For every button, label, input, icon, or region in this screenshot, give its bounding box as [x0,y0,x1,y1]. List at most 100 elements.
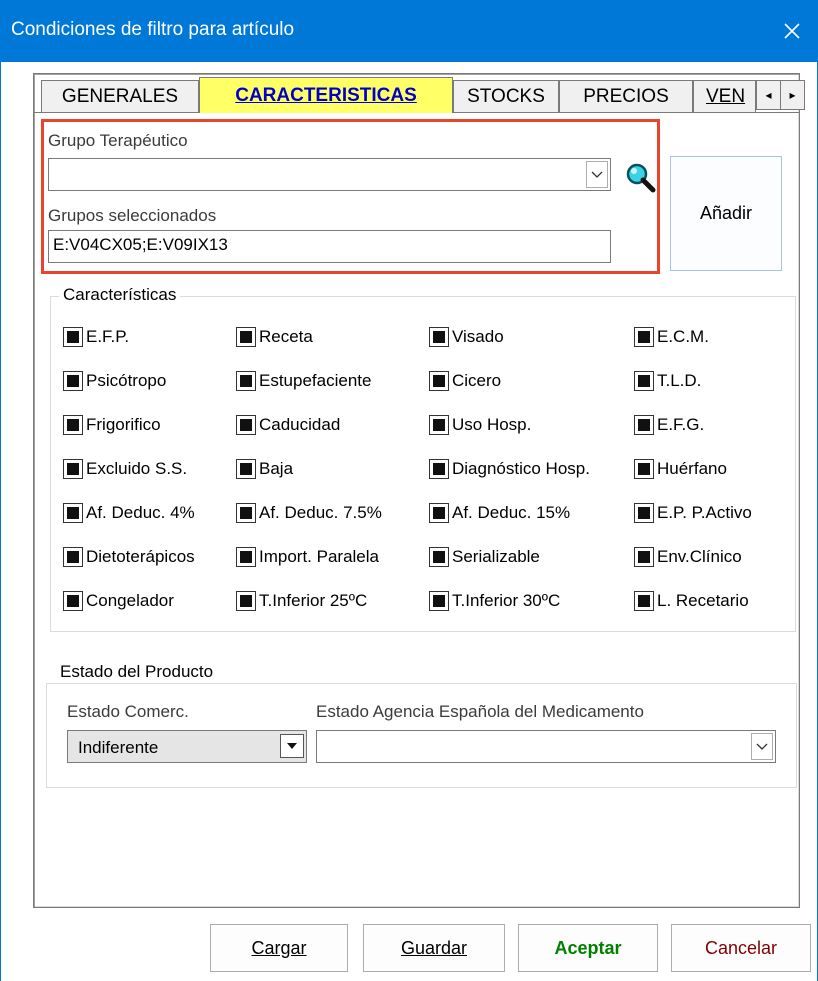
checkbox-item[interactable]: Diagnóstico Hosp. [429,459,590,479]
checkbox-item[interactable]: T.Inferior 25ºC [236,591,367,611]
checkbox-item[interactable]: E.C.M. [634,327,709,347]
checkbox-indeterminate-icon[interactable] [634,547,654,567]
add-button[interactable]: Añadir [670,156,782,271]
checkbox-indeterminate-icon[interactable] [429,547,449,567]
checkbox-fill [67,463,79,475]
checkbox-item[interactable]: Huérfano [634,459,727,479]
checkbox-item[interactable]: Psicótropo [63,371,166,391]
checkbox-label: Visado [452,327,504,346]
estado-comerc-dropdown[interactable] [280,734,304,758]
checkbox-indeterminate-icon[interactable] [634,327,654,347]
checkbox-fill [433,463,445,475]
checkbox-item[interactable]: E.F.P. [63,327,129,347]
arrow-right-icon: ▸ [789,88,796,102]
checkbox-indeterminate-icon[interactable] [429,503,449,523]
estado-aemps-combo[interactable] [316,730,776,763]
checkbox-indeterminate-icon[interactable] [63,459,83,479]
checkbox-indeterminate-icon[interactable] [236,415,256,435]
search-icon[interactable] [624,161,658,195]
checkbox-item[interactable]: Excluido S.S. [63,459,187,479]
checkbox-label: Diagnóstico Hosp. [452,459,590,478]
checkbox-fill [240,375,252,387]
tab-precios[interactable]: PRECIOS [559,80,693,112]
checkbox-indeterminate-icon[interactable] [236,459,256,479]
checkbox-indeterminate-icon[interactable] [63,415,83,435]
close-button[interactable] [766,0,818,62]
checkbox-item[interactable]: Serializable [429,547,540,567]
checkbox-fill [433,507,445,519]
checkbox-item[interactable]: T.Inferior 30ºC [429,591,560,611]
checkbox-indeterminate-icon[interactable] [429,415,449,435]
aceptar-button[interactable]: Aceptar [518,924,658,972]
checkbox-indeterminate-icon[interactable] [236,503,256,523]
checkbox-item[interactable]: Visado [429,327,504,347]
checkbox-label: Caducidad [259,415,341,434]
checkbox-label: Frigorifico [86,415,161,434]
checkbox-label: E.P. P.Activo [657,503,752,522]
checkbox-fill [67,419,79,431]
checkbox-label: E.F.P. [86,327,130,346]
grupo-terapeutico-combo[interactable] [48,158,611,191]
checkbox-item[interactable]: Receta [236,327,313,347]
checkbox-item[interactable]: Af. Deduc. 7.5% [236,503,382,523]
checkbox-fill [67,375,79,387]
checkbox-label: Env.Clínico [657,547,742,566]
checkbox-label: Af. Deduc. 15% [452,503,571,522]
checkbox-label: Uso Hosp. [452,415,532,434]
combo-dropdown-button[interactable] [586,161,608,188]
tab-generales[interactable]: GENERALES [41,80,199,112]
cancelar-button[interactable]: Cancelar [671,924,811,972]
tab-scroll-right[interactable]: ▸ [780,80,805,110]
checkbox-item[interactable]: Env.Clínico [634,547,742,567]
checkbox-item[interactable]: Estupefaciente [236,371,371,391]
checkbox-item[interactable]: Baja [236,459,293,479]
checkbox-indeterminate-icon[interactable] [429,371,449,391]
checkbox-indeterminate-icon[interactable] [236,327,256,347]
checkbox-item[interactable]: Af. Deduc. 4% [63,503,195,523]
checkbox-indeterminate-icon[interactable] [634,591,654,611]
checkbox-item[interactable]: E.F.G. [634,415,704,435]
combo-dropdown-button[interactable] [751,733,773,760]
checkbox-indeterminate-icon[interactable] [63,591,83,611]
checkbox-indeterminate-icon[interactable] [63,503,83,523]
checkbox-indeterminate-icon[interactable] [634,503,654,523]
checkbox-item[interactable]: Import. Paralela [236,547,379,567]
checkbox-item[interactable]: Congelador [63,591,174,611]
checkbox-indeterminate-icon[interactable] [634,459,654,479]
grupo-terapeutico-label: Grupo Terapéutico [48,131,188,150]
estado-comerc-select[interactable]: Indiferente [67,730,307,763]
checkbox-label: Import. Paralela [259,547,379,566]
checkbox-indeterminate-icon[interactable] [63,371,83,391]
checkbox-item[interactable]: Caducidad [236,415,340,435]
guardar-button[interactable]: Guardar [363,924,505,972]
checkbox-indeterminate-icon[interactable] [63,547,83,567]
checkbox-indeterminate-icon[interactable] [236,591,256,611]
tab-stocks[interactable]: STOCKS [453,80,559,112]
tab-ventas[interactable]: VEN [693,80,756,112]
grupos-seleccionados-field[interactable]: E:V04CX05;E:V09IX13 [48,230,611,263]
checkbox-indeterminate-icon[interactable] [63,327,83,347]
checkbox-item[interactable]: Af. Deduc. 15% [429,503,570,523]
checkbox-fill [433,595,445,607]
checkbox-indeterminate-icon[interactable] [236,547,256,567]
checkbox-indeterminate-icon[interactable] [236,371,256,391]
checkbox-item[interactable]: Frigorifico [63,415,161,435]
checkbox-indeterminate-icon[interactable] [429,459,449,479]
checkbox-indeterminate-icon[interactable] [429,591,449,611]
checkbox-fill [638,375,650,387]
checkbox-indeterminate-icon[interactable] [634,415,654,435]
cargar-button[interactable]: Cargar [210,924,348,972]
checkbox-item[interactable]: E.P. P.Activo [634,503,752,523]
checkbox-item[interactable]: Dietoterápicos [63,547,195,567]
checkbox-item[interactable]: L. Recetario [634,591,749,611]
cancelar-label: Cancelar [704,937,778,958]
checkbox-indeterminate-icon[interactable] [429,327,449,347]
tab-scroll-left[interactable]: ◂ [756,80,781,110]
checkbox-item[interactable]: Uso Hosp. [429,415,531,435]
checkbox-item[interactable]: T.L.D. [634,371,701,391]
checkbox-fill [240,507,252,519]
checkbox-indeterminate-icon[interactable] [634,371,654,391]
tab-caracteristicas[interactable]: CARACTERISTICAS [199,77,453,113]
checkbox-label: T.Inferior 25ºC [259,591,368,610]
checkbox-item[interactable]: Cicero [429,371,501,391]
